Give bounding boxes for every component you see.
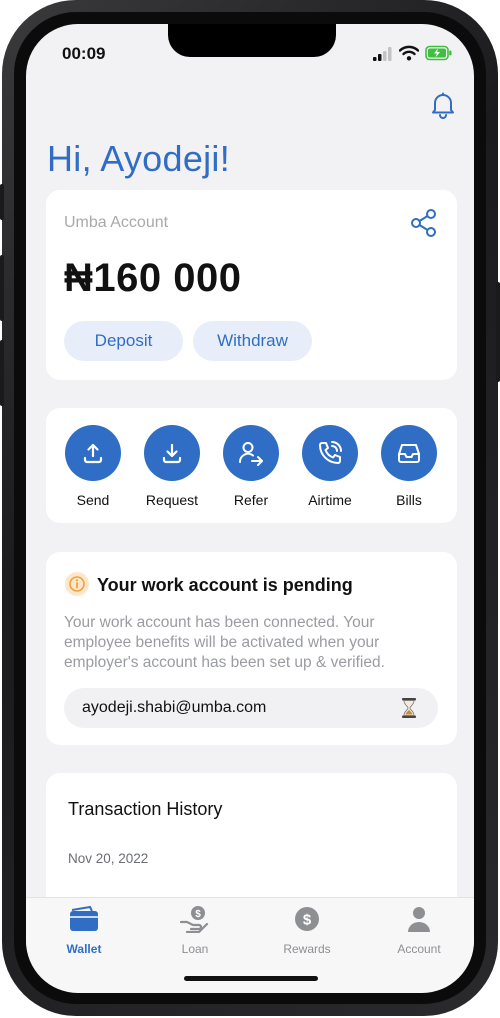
send-label: Send <box>76 492 110 508</box>
share-icon[interactable] <box>410 208 438 238</box>
pending-line: employer's account has been set up & ver… <box>64 654 385 671</box>
work-email-text: ayodeji.shabi@umba.com <box>82 699 267 716</box>
wallet-icon <box>70 905 98 931</box>
deposit-button[interactable]: Deposit <box>64 321 183 361</box>
battery-icon <box>425 45 452 61</box>
refer-label: Refer <box>233 492 269 508</box>
wifi-icon <box>399 45 419 61</box>
notch <box>168 24 336 57</box>
withdraw-button[interactable]: Withdraw <box>193 321 312 361</box>
signal-icon <box>373 47 392 61</box>
bell-icon[interactable] <box>430 91 456 119</box>
pending-line: employee benefits will be activated when… <box>64 634 380 651</box>
info-icon <box>65 572 89 596</box>
account-balance: ₦160 000 <box>64 256 242 300</box>
tab-rewards-label: Rewards <box>283 942 331 956</box>
airtime-action[interactable]: Airtime <box>290 425 370 508</box>
hourglass-icon <box>402 698 416 718</box>
action-button <box>0 184 4 220</box>
phone-call-icon <box>302 425 358 481</box>
tab-wallet[interactable]: Wallet <box>44 905 124 956</box>
svg-text:$: $ <box>195 909 201 920</box>
pending-description: Your work account has been connected. Yo… <box>64 613 454 673</box>
pending-title: Your work account is pending <box>97 575 353 595</box>
dollar-coin-icon: $ <box>295 907 319 931</box>
transaction-history-title: Transaction History <box>68 799 223 819</box>
tab-account-label: Account <box>397 942 441 956</box>
home-indicator <box>184 976 318 981</box>
svg-text:$: $ <box>303 912 312 929</box>
bills-action[interactable]: Bills <box>369 425 449 508</box>
tab-loan-label: Loan <box>181 942 209 956</box>
request-label: Request <box>145 492 199 508</box>
request-action[interactable]: Request <box>132 425 212 508</box>
inbox-tray-icon <box>381 425 437 481</box>
power-button <box>496 282 500 382</box>
tab-account[interactable]: Account <box>379 905 459 956</box>
tab-loan[interactable]: $ Loan <box>155 905 235 956</box>
greeting-title: Hi, Ayodeji! <box>47 138 231 179</box>
pending-line: Your work account has been connected. Yo… <box>64 614 375 631</box>
volume-down-button <box>0 340 4 406</box>
refer-action[interactable]: Refer <box>211 425 291 508</box>
tab-rewards[interactable]: $ Rewards <box>267 905 347 956</box>
airtime-label: Airtime <box>308 492 352 508</box>
volume-up-button <box>0 255 4 321</box>
download-icon <box>144 425 200 481</box>
loan-hand-icon: $ <box>179 906 209 934</box>
account-label: Umba Account <box>64 214 169 231</box>
tab-wallet-label: Wallet <box>66 942 102 956</box>
refer-user-icon <box>223 425 279 481</box>
status-time: 00:09 <box>62 44 106 63</box>
send-action[interactable]: Send <box>53 425 133 508</box>
transaction-date-header: Nov 20, 2022 <box>68 851 149 866</box>
upload-icon <box>65 425 121 481</box>
user-icon <box>408 907 430 932</box>
bills-label: Bills <box>396 492 422 508</box>
